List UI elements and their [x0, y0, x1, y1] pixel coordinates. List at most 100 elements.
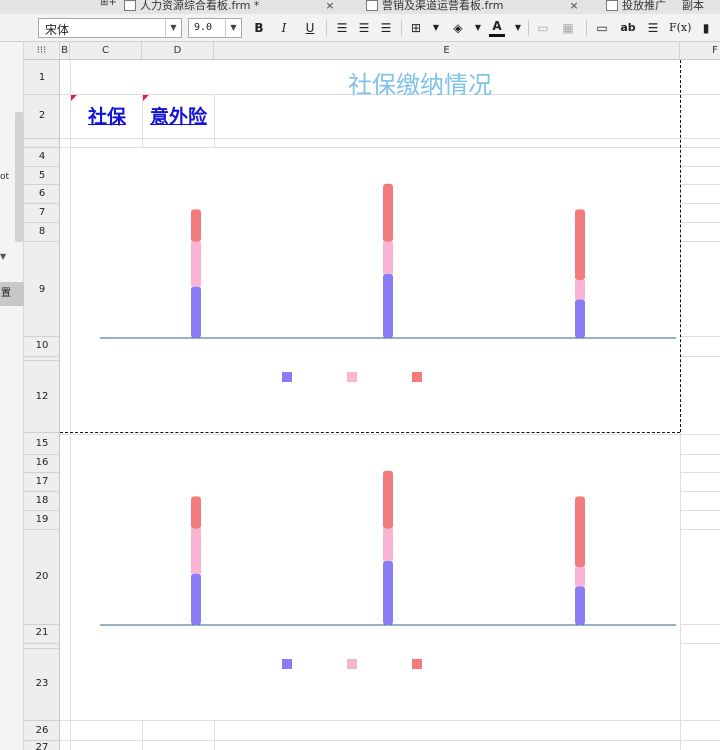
tab-label: 营销及渠道运营看板.frm [382, 0, 504, 12]
row-number[interactable]: 10 [24, 340, 60, 351]
panel-item-fragment[interactable]: ot [0, 172, 9, 182]
chevron-down-icon[interactable]: ▼ [510, 19, 526, 37]
accident-insurance-link[interactable]: 意外险 [150, 102, 207, 129]
insert-row-icon[interactable]: ▭ [594, 19, 610, 37]
formula-button[interactable]: F(x) [669, 19, 691, 37]
bar-segment [575, 280, 585, 300]
new-tab-button[interactable]: ⊞+ [100, 0, 117, 8]
row-number[interactable]: 27 [24, 742, 60, 750]
column-header-cell[interactable]: E [214, 42, 680, 60]
row-divider [680, 241, 720, 242]
social-security-link[interactable]: 社保 [88, 102, 126, 129]
legend-swatch [282, 372, 292, 382]
row-number[interactable]: 15 [24, 438, 60, 449]
column-header-cell[interactable]: C [70, 42, 142, 60]
bold-button[interactable]: B [251, 19, 267, 37]
text-widget-button[interactable]: ab [620, 19, 636, 37]
document-icon [606, 0, 618, 11]
font-size-select[interactable]: 9.0 ▼ [188, 18, 242, 38]
split-cells-icon[interactable]: ▦ [560, 19, 576, 37]
border-icon[interactable]: ⊞ [408, 19, 424, 37]
chevron-down-icon[interactable]: ▼ [470, 19, 486, 37]
stacked-bar-chart-2[interactable] [60, 435, 680, 719]
italic-button[interactable]: I [276, 19, 292, 37]
row-number[interactable]: 23 [24, 678, 60, 689]
font-color-icon[interactable]: A [489, 19, 505, 37]
row-number[interactable]: 9 [24, 284, 60, 295]
column-header-cell[interactable]: D [142, 42, 214, 60]
row-divider [24, 510, 60, 511]
toolbar-divider [528, 20, 529, 36]
column-divider [142, 94, 143, 148]
document-tab-bar: ⊞+ 人力资源综合看板.frm * × 营销及渠道运营看板.frm × 投放推广… [0, 0, 720, 14]
stacked-bar-chart-1[interactable] [60, 148, 680, 432]
paragraph-icon[interactable]: ☰ [645, 19, 661, 37]
chevron-down-icon[interactable]: ▼ [0, 252, 12, 261]
row-number[interactable]: 1 [24, 72, 60, 83]
legend-swatch [282, 659, 292, 669]
row-divider [680, 510, 720, 511]
chevron-down-icon[interactable]: ▼ [165, 19, 181, 37]
panel-item-active[interactable]: 置 [0, 282, 24, 306]
page-break-horizontal [60, 432, 680, 433]
row-number[interactable]: 20 [24, 571, 60, 582]
select-all-corner[interactable]: ⁝⁝⁝ [24, 42, 60, 60]
column-header-cell[interactable]: B [60, 42, 70, 60]
align-center-icon[interactable]: ☰ [356, 19, 372, 37]
row-number[interactable]: 12 [24, 391, 60, 402]
panel-scrollbar[interactable] [15, 112, 23, 242]
tab-copy[interactable]: 副本 [682, 0, 704, 14]
row-number[interactable]: 5 [24, 170, 60, 181]
tab-hr-dashboard[interactable]: 人力资源综合看板.frm * × [124, 0, 335, 14]
row-divider [60, 740, 720, 741]
row-number[interactable]: 7 [24, 207, 60, 218]
bar-segment [383, 560, 393, 625]
font-family-select[interactable]: 宋体 ▼ [38, 18, 182, 38]
document-icon [124, 0, 136, 11]
merge-cells-icon[interactable]: ▭ [535, 19, 551, 37]
column-divider [680, 432, 681, 750]
row-number[interactable]: 21 [24, 627, 60, 638]
align-left-icon[interactable]: ☰ [334, 19, 350, 37]
row-header: 1 2 4 5 6 7 8 9 10 12 15 16 17 18 19 20 … [24, 60, 60, 750]
row-number[interactable]: 2 [24, 110, 60, 121]
bar-segment [383, 470, 393, 529]
row-number[interactable]: 26 [24, 725, 60, 736]
bar-segment [575, 496, 585, 568]
row-number[interactable]: 16 [24, 457, 60, 468]
sheet-title: 社保缴纳情况 [348, 71, 492, 99]
row-number[interactable]: 4 [24, 151, 60, 162]
tab-marketing-dashboard[interactable]: 营销及渠道运营看板.frm × [366, 0, 579, 14]
row-divider [24, 643, 60, 644]
bar-segment [191, 573, 201, 625]
row-divider [24, 648, 60, 649]
tab-label: 人力资源综合看板.frm * [140, 0, 260, 12]
row-number[interactable]: 18 [24, 495, 60, 506]
row-divider [24, 720, 60, 721]
row-number[interactable]: 19 [24, 514, 60, 525]
sheet-grid[interactable]: 社保缴纳情况 社保 意外险 [60, 60, 720, 750]
chart-icon[interactable]: ▮ [698, 19, 714, 37]
row-number[interactable]: 8 [24, 226, 60, 237]
bar-segment [575, 209, 585, 281]
row-divider [24, 529, 60, 530]
row-divider [24, 184, 60, 185]
legend-swatch [412, 659, 422, 669]
tab-promotion[interactable]: 投放推广 [606, 0, 666, 14]
chevron-down-icon[interactable]: ▼ [428, 19, 444, 37]
underline-button[interactable]: U [302, 19, 318, 37]
row-divider [680, 472, 720, 473]
row-divider [680, 643, 720, 644]
row-divider [680, 336, 720, 337]
row-divider [24, 203, 60, 204]
close-icon[interactable]: × [325, 0, 334, 12]
fill-color-icon[interactable]: ◈ [450, 19, 466, 37]
close-icon[interactable]: × [569, 0, 578, 12]
column-header-cell[interactable]: F [680, 42, 720, 60]
bar-segment [191, 209, 201, 242]
row-number[interactable]: 17 [24, 476, 60, 487]
row-number[interactable]: 6 [24, 188, 60, 199]
row-divider [680, 624, 720, 625]
align-right-icon[interactable]: ☰ [378, 19, 394, 37]
chevron-down-icon[interactable]: ▼ [225, 19, 241, 37]
